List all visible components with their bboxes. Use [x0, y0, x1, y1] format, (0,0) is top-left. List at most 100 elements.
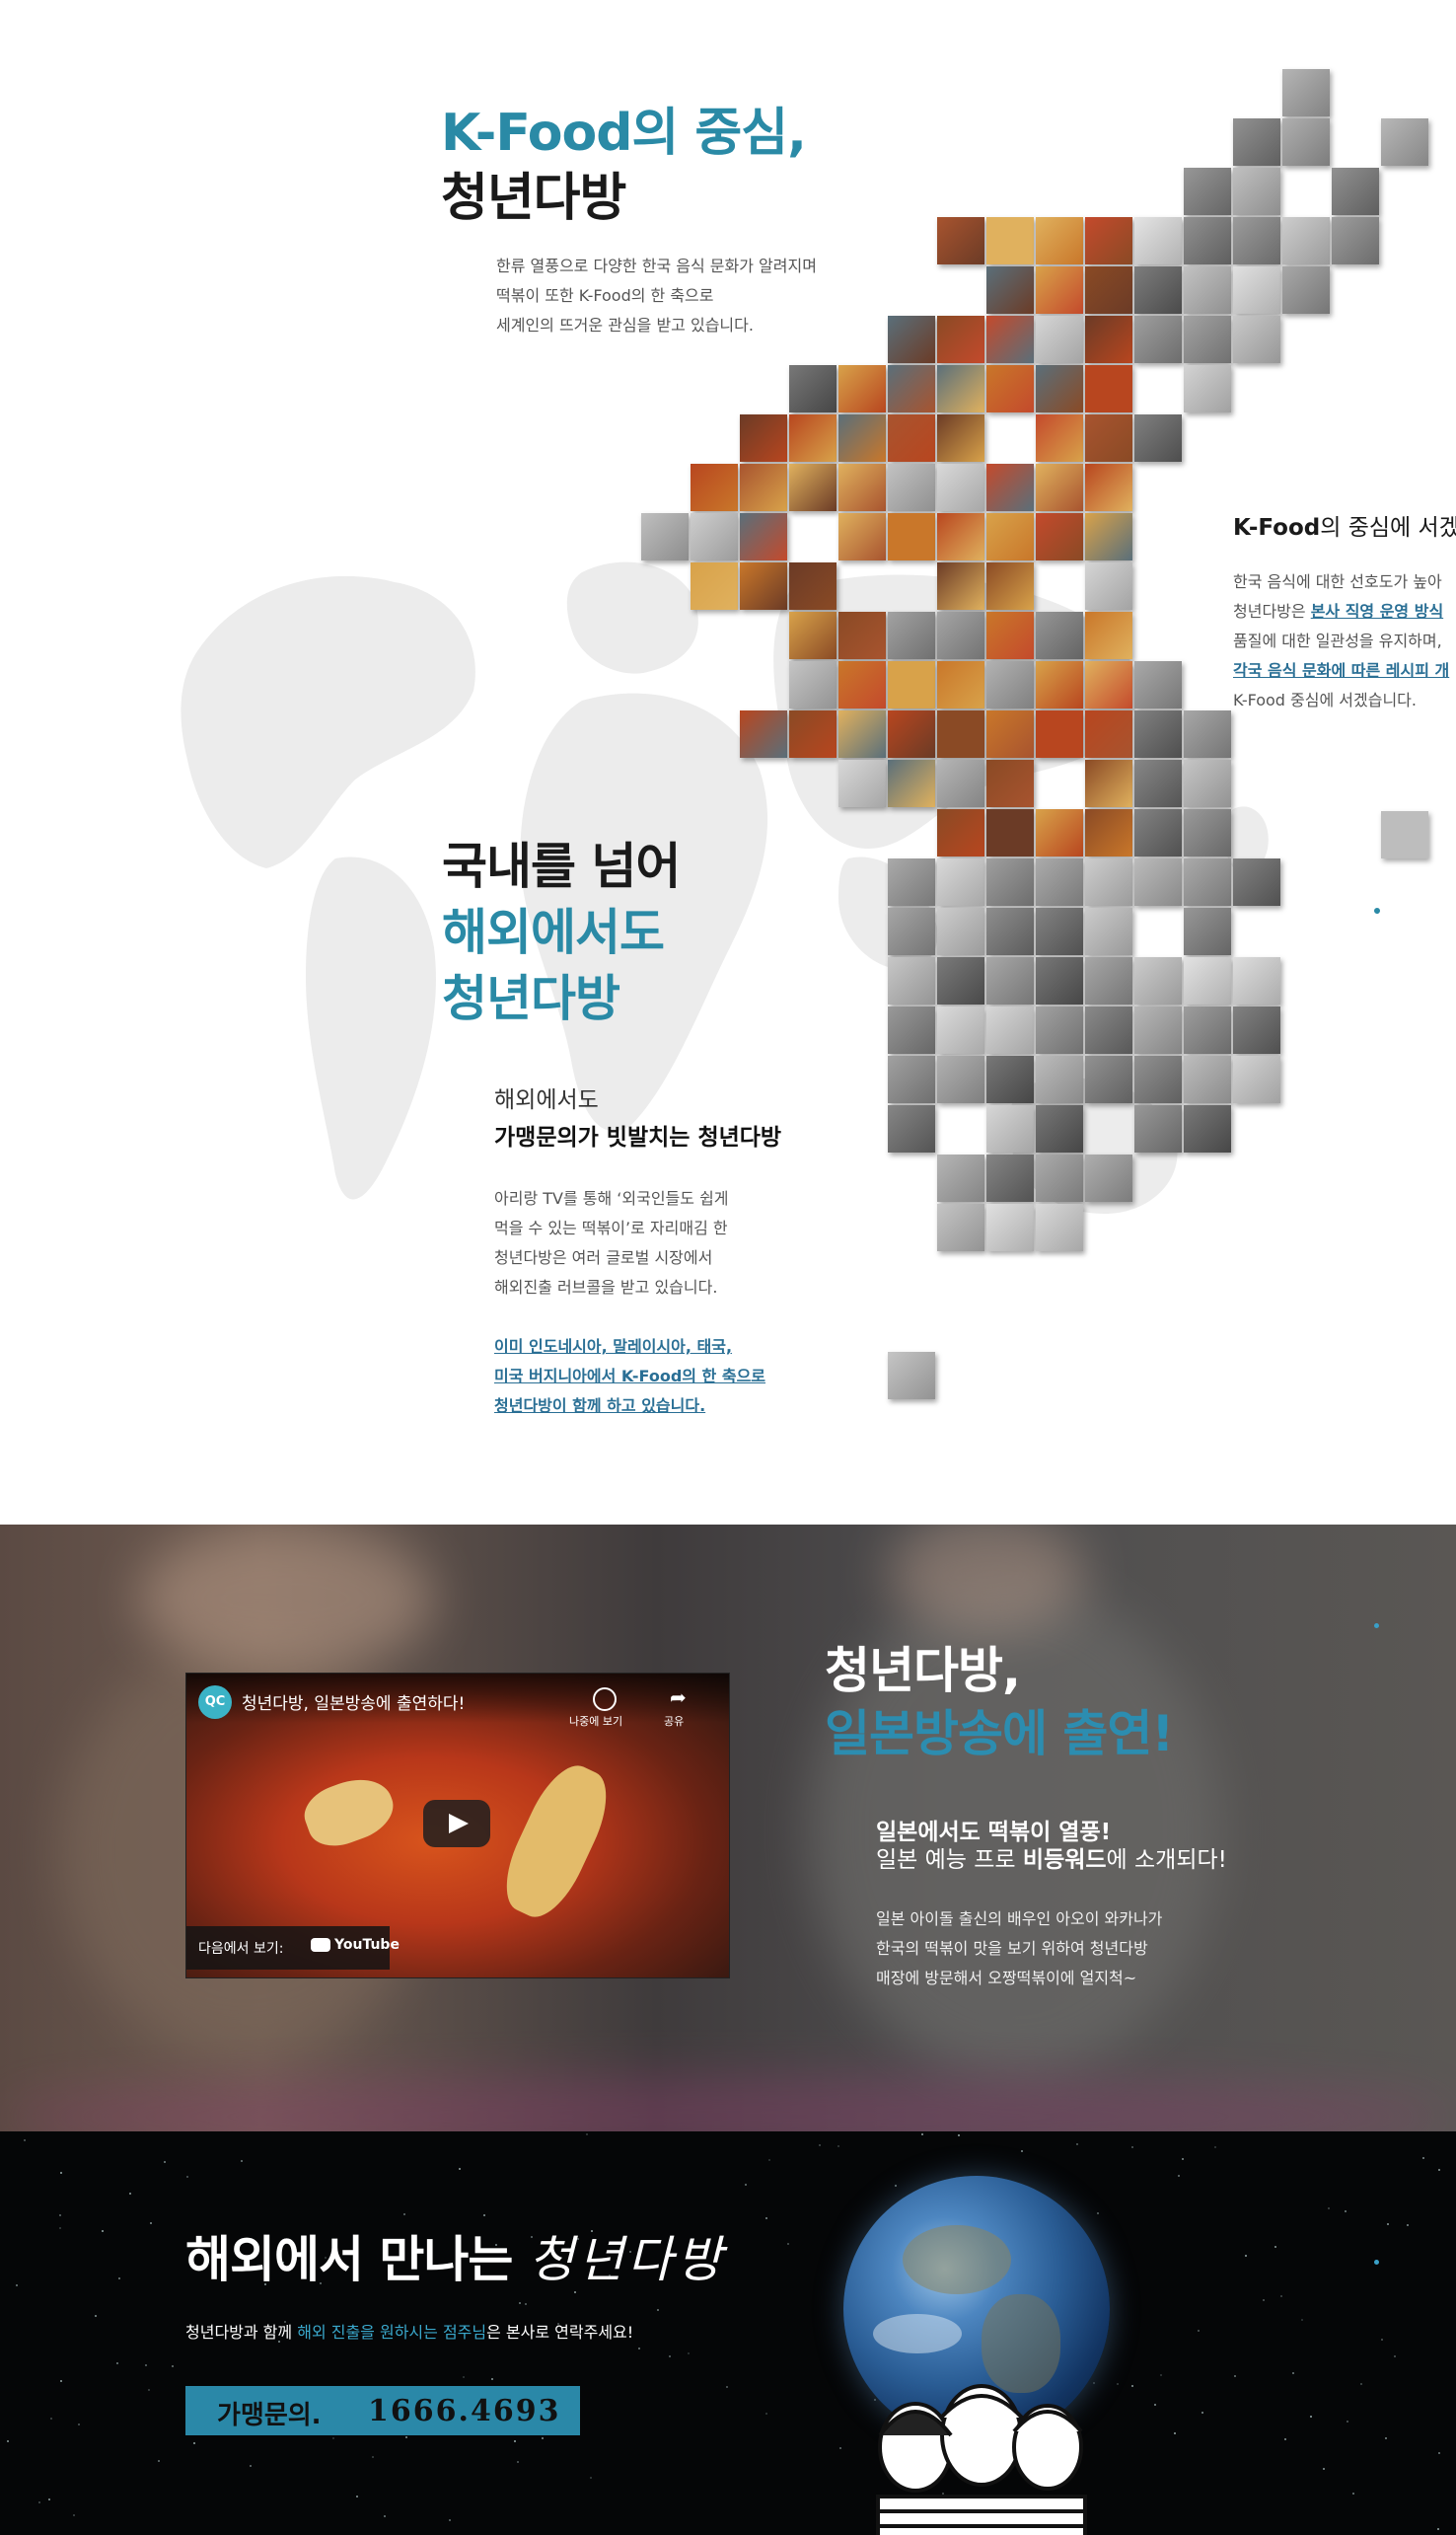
mosaic-tile	[1036, 365, 1083, 412]
youtube-embed[interactable]: QC 청년다방, 일본방송에 출연하다! ➦ 나중에 보기 공유 다음에서 보기…	[185, 1673, 730, 1978]
overseas-title-line1: 국내를 넘어	[442, 838, 681, 895]
side-line: 청년다방은 본사 직영 운영 방식	[1233, 597, 1449, 627]
mosaic-tile	[1134, 1056, 1182, 1103]
mosaic-tile	[1085, 1056, 1132, 1103]
mosaic-tile	[1036, 710, 1083, 758]
overseas-description: 아리랑 TV를 통해 ‘외국인들도 쉽게 먹을 수 있는 떡볶이’로 자리매김 …	[494, 1184, 909, 1303]
star	[819, 2144, 821, 2146]
overseas-desc-line: 먹을 수 있는 떡볶이’로 자리매김 한	[494, 1219, 728, 1237]
star	[1360, 2383, 1362, 2385]
star	[1178, 2175, 1180, 2177]
mosaic-tile	[888, 1352, 935, 1399]
play-button[interactable]	[423, 1800, 490, 1847]
side-title-bold: K-Food	[1233, 515, 1321, 541]
mosaic-tile	[1184, 266, 1231, 314]
mosaic-tile	[1134, 760, 1182, 807]
phone-number[interactable]: 1666.4693	[368, 2394, 560, 2428]
mosaic-tile	[1282, 217, 1330, 264]
star	[1182, 2158, 1184, 2160]
mosaic-tile	[1085, 1007, 1132, 1054]
star	[1437, 2528, 1439, 2530]
franchise-title-brand: 청년다방	[528, 2231, 726, 2288]
star	[24, 2139, 26, 2141]
overseas-title-line2: 해외에서도	[442, 904, 665, 961]
star	[921, 2133, 923, 2135]
star	[657, 2309, 659, 2311]
mosaic-tile	[1036, 957, 1083, 1005]
mosaic-tile	[937, 612, 984, 659]
mosaic-tile	[789, 661, 837, 708]
mosaic-tile	[1233, 1007, 1280, 1054]
star	[1097, 2212, 1099, 2214]
overseas-title-line3: 청년다방	[442, 970, 620, 1027]
video-title[interactable]: 청년다방, 일본방송에 출연하다!	[242, 1689, 465, 1714]
star	[1407, 2224, 1409, 2226]
clock-icon[interactable]	[593, 1687, 617, 1711]
mosaic-tile	[1233, 316, 1280, 363]
mosaic-tile	[1134, 266, 1182, 314]
star	[78, 2423, 80, 2425]
mosaic-tile	[937, 710, 984, 758]
mosaic-tile	[1134, 1007, 1182, 1054]
side-line: K-Food 중심에 서겠습니다.	[1233, 691, 1417, 709]
star	[514, 2440, 516, 2442]
channel-avatar[interactable]: QC	[198, 1685, 232, 1719]
share-icon[interactable]: ➦	[670, 1685, 687, 1709]
mosaic-tile	[789, 414, 837, 462]
share-label[interactable]: 공유	[664, 1713, 684, 1729]
overseas-link-line: 이미 인도네시아, 말레이시아, 태국,	[494, 1337, 733, 1356]
mosaic-tile	[1085, 908, 1132, 955]
star	[1263, 2299, 1265, 2301]
tv-desc-line: 한국의 떡볶이 맛을 보기 위하여 청년다방	[876, 1939, 1148, 1958]
tv-title-line2: 일본방송에 출연!	[825, 1705, 1174, 1762]
star	[463, 2376, 465, 2378]
mosaic-tile	[1134, 957, 1182, 1005]
slider-dot[interactable]	[1374, 1623, 1379, 1628]
mosaic-tile	[986, 1105, 1034, 1153]
star	[958, 2134, 960, 2136]
mosaic-tile	[1184, 957, 1231, 1005]
mosaic-tile	[740, 562, 787, 610]
mosaic-tile	[1085, 266, 1132, 314]
watch-later-label[interactable]: 나중에 보기	[569, 1713, 622, 1729]
star	[1214, 2146, 1216, 2148]
overseas-desc-line: 해외진출 러브콜을 받고 있습니다.	[494, 1278, 718, 1297]
star	[7, 2440, 9, 2442]
mosaic-tile	[1085, 217, 1132, 264]
slider-dot[interactable]	[1374, 2260, 1379, 2265]
mosaic-tile	[1036, 217, 1083, 264]
star	[517, 2461, 519, 2463]
franchise-section: 해외에서 만나는 청년다방 청년다방과 함께 해외 진출을 원하시는 점주님은 …	[0, 2131, 1456, 2535]
mosaic-tile	[937, 464, 984, 511]
star	[1201, 2412, 1203, 2414]
star	[1154, 2404, 1156, 2406]
mosaic-tile	[1036, 858, 1083, 906]
mosaic-tile	[986, 513, 1034, 560]
mosaic-tile	[1134, 414, 1182, 462]
side-line-text: 청년다방은	[1233, 602, 1311, 621]
mosaic-tile	[838, 513, 886, 560]
star	[525, 2303, 527, 2305]
mosaic-tile	[937, 1007, 984, 1054]
mosaic-tile	[1036, 1155, 1083, 1202]
mosaic-tile	[838, 760, 886, 807]
star	[745, 2184, 747, 2186]
star	[164, 2161, 166, 2163]
overseas-desc-line: 청년다방은 여러 글로벌 시장에서	[494, 1248, 713, 1267]
mosaic-tile	[1036, 1056, 1083, 1103]
star	[768, 2159, 770, 2161]
mosaic-tile	[888, 908, 935, 955]
star	[669, 2355, 671, 2357]
mosaic-tile	[1233, 266, 1280, 314]
franchise-desc-text: 청년다방과 함께	[185, 2323, 298, 2342]
youtube-logo-icon	[311, 1938, 330, 1952]
slider-dot[interactable]	[1374, 908, 1380, 914]
mosaic-tile	[1036, 661, 1083, 708]
mosaic-tile	[986, 562, 1034, 610]
watch-on-youtube-bar[interactable]: 다음에서 보기: YouTube	[186, 1926, 400, 1970]
mosaic-tile	[1085, 316, 1132, 363]
mosaic-tile	[691, 513, 738, 560]
mosaic-tile	[1085, 1155, 1132, 1202]
star	[1174, 2432, 1176, 2434]
franchise-phone-box[interactable]: 가맹문의. 1666.4693	[185, 2386, 580, 2435]
